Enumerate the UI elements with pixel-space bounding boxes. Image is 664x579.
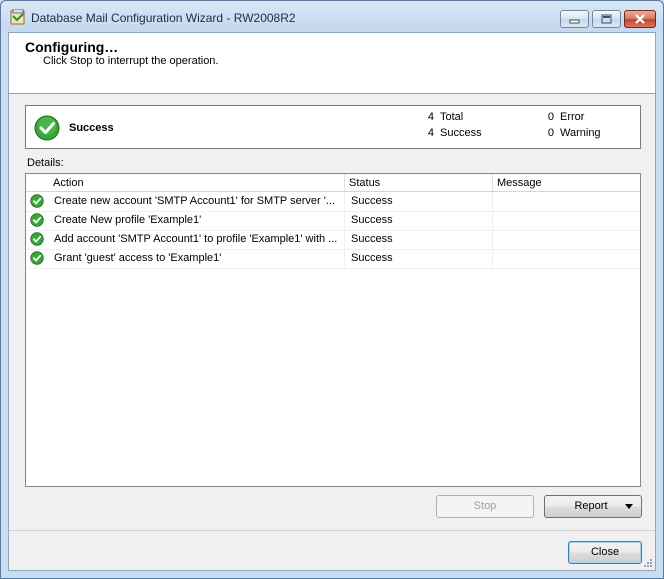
details-label: Details: — [27, 157, 64, 169]
page-subtitle: Click Stop to interrupt the operation. — [43, 55, 219, 67]
row-status: Success — [351, 233, 393, 245]
stop-button[interactable]: Stop — [436, 495, 534, 518]
total-label: Total — [440, 111, 464, 123]
wizard-window: Database Mail Configuration Wizard - RW2… — [0, 0, 664, 579]
wizard-client: Configuring… Click Stop to interrupt the… — [8, 32, 656, 571]
row-status: Success — [351, 252, 393, 264]
success-stat: 4 Success — [424, 127, 482, 139]
success-label: Success — [440, 127, 482, 139]
summary-panel: Success 4 Total 4 Success 0 Error 0 Warning — [25, 105, 641, 149]
title-bar[interactable]: Database Mail Configuration Wizard - RW2… — [1, 1, 663, 31]
warning-count: 0 — [547, 127, 554, 139]
row-action: Create New profile 'Example1' — [54, 214, 202, 226]
row-action: Add account 'SMTP Account1' to profile '… — [54, 233, 338, 245]
table-row[interactable]: Grant 'guest' access to 'Example1' Succe… — [26, 249, 640, 269]
row-action: Create new account 'SMTP Account1' for S… — [54, 195, 336, 207]
table-row[interactable]: Add account 'SMTP Account1' to profile '… — [26, 230, 640, 250]
column-header-message[interactable]: Message — [497, 177, 542, 189]
close-window-button[interactable] — [624, 10, 656, 28]
minimize-icon — [569, 19, 580, 24]
maximize-button[interactable] — [592, 10, 621, 28]
page-title: Configuring… — [25, 39, 119, 55]
error-label: Error — [560, 111, 585, 123]
row-status: Success — [351, 214, 393, 226]
resize-grip-icon[interactable] — [643, 558, 653, 568]
row-action: Grant 'guest' access to 'Example1' — [54, 252, 222, 264]
check-circle-icon — [30, 251, 44, 265]
check-circle-icon — [30, 194, 44, 208]
close-icon — [635, 14, 645, 24]
column-header-status[interactable]: Status — [349, 177, 380, 189]
table-row[interactable]: Create New profile 'Example1' Success — [26, 211, 640, 231]
wizard-header: Configuring… Click Stop to interrupt the… — [9, 33, 655, 94]
error-stat: 0 Error — [544, 111, 585, 123]
check-circle-icon — [34, 115, 60, 141]
window-title: Database Mail Configuration Wizard - RW2… — [31, 11, 296, 25]
warning-label: Warning — [560, 127, 601, 139]
close-button[interactable]: Close — [568, 541, 642, 564]
report-button-label: Report — [574, 500, 608, 512]
details-grid[interactable]: Action Status Message Create new account… — [25, 173, 641, 487]
table-row[interactable]: Create new account 'SMTP Account1' for S… — [26, 192, 640, 212]
column-header-action[interactable]: Action — [53, 177, 84, 189]
total-count: 4 — [427, 111, 434, 123]
report-button[interactable]: Report — [544, 495, 642, 518]
chevron-down-icon — [625, 504, 633, 509]
check-circle-icon — [30, 232, 44, 246]
summary-status: Success — [69, 122, 114, 134]
grid-header: Action Status Message — [26, 174, 640, 192]
warning-stat: 0 Warning — [544, 127, 601, 139]
wizard-app-icon — [10, 9, 25, 25]
maximize-icon — [601, 14, 612, 24]
minimize-button[interactable] — [560, 10, 589, 28]
error-count: 0 — [547, 111, 554, 123]
total-stat: 4 Total — [424, 111, 463, 123]
success-count: 4 — [427, 127, 434, 139]
check-circle-icon — [30, 213, 44, 227]
footer-divider — [9, 530, 655, 531]
row-status: Success — [351, 195, 393, 207]
